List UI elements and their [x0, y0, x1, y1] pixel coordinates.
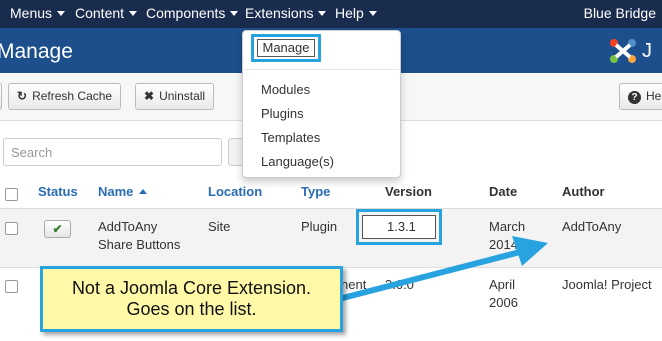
- joomla-logo-icon: [610, 39, 636, 63]
- column-header-status[interactable]: Status: [38, 184, 78, 199]
- extension-version: 1.3.1: [362, 215, 436, 239]
- menu-item-templates[interactable]: Templates: [261, 130, 320, 145]
- question-icon: ?: [628, 91, 641, 104]
- extension-date: April 2006: [489, 277, 518, 310]
- menu-divider: [244, 69, 399, 70]
- version-highlight: 1.3.1: [356, 209, 442, 245]
- nav-menus[interactable]: Menus: [10, 5, 66, 21]
- column-header-version: Version: [385, 184, 432, 199]
- refresh-cache-button[interactable]: ↻ Refresh Cache: [8, 83, 122, 110]
- column-header-date: Date: [489, 184, 518, 199]
- refresh-icon: ↻: [17, 89, 28, 103]
- column-header-location[interactable]: Location: [208, 184, 262, 199]
- nav-components[interactable]: Components: [146, 5, 239, 21]
- annotation-callout: Not a Joomla Core Extension. Goes on the…: [40, 266, 343, 332]
- extension-author: Joomla! Project: [562, 277, 652, 292]
- row-checkbox[interactable]: [5, 280, 18, 293]
- close-icon: ✖: [144, 89, 155, 103]
- sort-ascending-icon: [139, 189, 148, 194]
- extension-date: March 2014: [489, 219, 526, 252]
- column-header-author: Author: [562, 184, 605, 199]
- caret-down-icon: [230, 11, 239, 16]
- caret-down-icon: [129, 11, 138, 16]
- callout-line-1: Not a Joomla Core Extension.: [71, 278, 312, 298]
- extension-version: 3.0.0: [385, 277, 414, 292]
- caret-down-icon: [318, 11, 327, 16]
- joomla-logo-text: J: [642, 40, 652, 62]
- extension-name: AddToAny Share Buttons: [98, 219, 181, 252]
- site-name-link[interactable]: Blue Bridge: [584, 5, 656, 21]
- toolbar-button-partial[interactable]: [0, 83, 2, 110]
- extension-type: nent: [341, 277, 367, 292]
- top-navbar: Menus Content Components Extensions Help…: [0, 0, 662, 28]
- nav-content[interactable]: Content: [75, 5, 138, 21]
- callout-line-2: Goes on the list.: [126, 299, 257, 319]
- status-enabled-toggle[interactable]: ✔: [44, 220, 71, 238]
- extension-author: AddToAny: [562, 219, 622, 234]
- manage-highlight: Manage: [251, 34, 321, 62]
- nav-extensions[interactable]: Extensions: [245, 5, 327, 21]
- nav-help[interactable]: Help: [335, 5, 377, 21]
- search-input[interactable]: [3, 138, 222, 166]
- menu-item-modules[interactable]: Modules: [261, 82, 310, 97]
- caret-down-icon: [57, 11, 66, 16]
- uninstall-button[interactable]: ✖ Uninstall: [135, 83, 215, 110]
- select-all-checkbox[interactable]: [5, 188, 18, 201]
- column-header-name[interactable]: Name: [98, 184, 148, 199]
- column-header-type[interactable]: Type: [301, 184, 330, 199]
- menu-item-manage[interactable]: Manage: [257, 39, 315, 57]
- menu-item-plugins[interactable]: Plugins: [261, 106, 304, 121]
- extension-location: Site: [208, 219, 231, 234]
- menu-item-languages[interactable]: Language(s): [261, 154, 334, 169]
- page-title: Manage: [0, 40, 73, 63]
- help-button[interactable]: ? He: [619, 83, 662, 110]
- checkmark-icon: ✔: [52, 222, 63, 236]
- row-checkbox[interactable]: [5, 222, 18, 235]
- extension-type: Plugin: [301, 219, 338, 234]
- joomla-logo: J: [608, 36, 658, 66]
- caret-down-icon: [368, 11, 377, 16]
